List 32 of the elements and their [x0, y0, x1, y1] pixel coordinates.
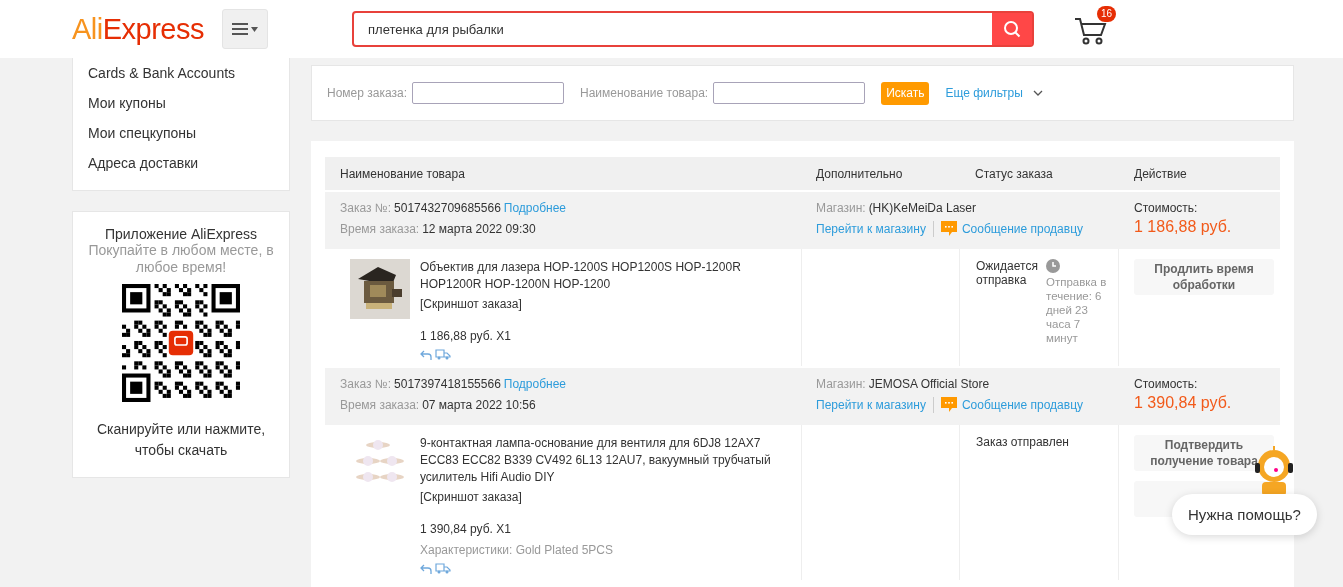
order-time: 07 марта 2022 10:56 — [422, 397, 536, 412]
product-specs: Характеристики: Gold Plated 5PCS — [420, 543, 615, 557]
order-time-label: Время заказа: — [340, 221, 420, 236]
field-label: Наименование товара: — [580, 86, 709, 100]
field-label: Номер заказа: — [327, 86, 407, 100]
product-price: 1 390,84 руб. X1 — [420, 522, 512, 536]
store-label: Магазин: — [816, 376, 866, 391]
store-label: Магазин: — [816, 200, 866, 215]
cost-label: Стоимость: — [1134, 201, 1199, 215]
product-price: 1 186,88 руб. X1 — [420, 329, 512, 343]
store-name: JEMOSA Official Store — [868, 376, 990, 391]
cart-count-badge: 16 — [1097, 6, 1117, 22]
shipping-countdown: Отправка в течение: 6 дней 23 часа 7 минут — [1046, 275, 1108, 345]
order-number-label: Заказ №: — [340, 200, 392, 215]
column-header: Действие — [1133, 166, 1188, 181]
order-status: Ожидается отправка — [976, 259, 1039, 289]
app-promo-title: Приложение AliExpress — [104, 226, 258, 242]
order-number: 5017432709685566 — [394, 200, 501, 215]
order-cost: 1 390,84 руб. — [1134, 394, 1233, 412]
order-number-label: Заказ №: — [340, 376, 392, 391]
order-status: Заказ отправлен — [976, 435, 1069, 451]
column-header: Дополнительно — [815, 166, 904, 181]
cost-label: Стоимость: — [1134, 377, 1199, 391]
column-header: Статус заказа — [974, 166, 1054, 181]
app-promo-caption: Сканируйте или нажмите, чтобы скачать — [95, 420, 267, 460]
store-name: (HK)KeMeiDa Laser — [868, 200, 976, 215]
app-promo-subtitle: Покупайте в любом месте, в любое время! — [87, 242, 275, 276]
order-number: 5017397418155566 — [394, 376, 501, 391]
column-header: Наименование товара — [339, 166, 466, 181]
order-time: 12 марта 2022 09:30 — [422, 221, 536, 236]
order-time-label: Время заказа: — [340, 397, 420, 412]
order-cost: 1 186,88 руб. — [1134, 218, 1233, 236]
